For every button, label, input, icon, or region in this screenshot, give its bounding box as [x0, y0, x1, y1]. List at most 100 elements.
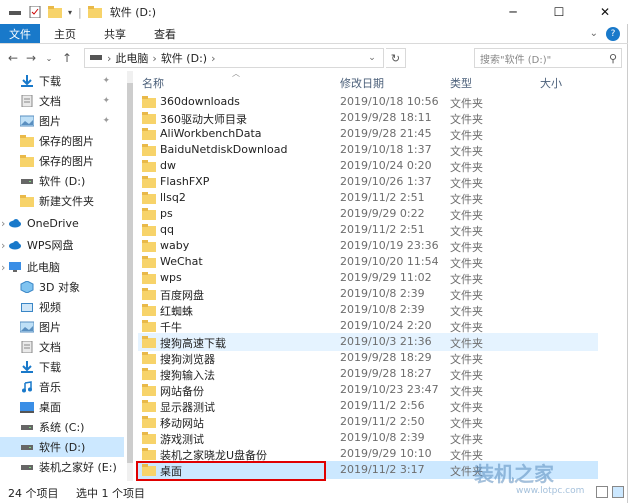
breadcrumb-separator-icon[interactable]: ›: [107, 52, 111, 65]
forward-arrow-icon[interactable]: →: [22, 51, 40, 65]
nav-item-label: 音乐: [39, 381, 61, 394]
scrollbar-thumb[interactable]: [127, 83, 133, 463]
nav-item[interactable]: 保存的图片: [0, 131, 124, 151]
file-date: 2019/9/28 21:45: [340, 127, 432, 140]
ribbon-tabs: 文件 主页 共享 查看 ⌄ ?: [0, 24, 628, 44]
picture-icon: [19, 115, 35, 127]
file-date: 2019/9/28 18:29: [340, 351, 432, 364]
folder-icon: [142, 304, 156, 316]
folder-icon: [142, 224, 156, 236]
window-controls: ─ ☐ ✕: [490, 0, 628, 24]
quick-access-toolbar: ▾ |: [0, 5, 102, 19]
nav-item[interactable]: 装机之家好 (E:): [0, 457, 124, 477]
file-date: 2019/10/24 0:20: [340, 159, 432, 172]
expand-chevron-icon[interactable]: ›: [1, 239, 5, 252]
address-dropdown-icon[interactable]: ⌄: [360, 48, 384, 68]
column-header-date[interactable]: 修改日期: [340, 75, 384, 91]
download-icon: [20, 361, 34, 373]
drive-icon: [20, 421, 34, 433]
nav-item[interactable]: › WPS网盘: [0, 235, 124, 255]
nav-item-label: 软件 (D:): [39, 441, 86, 454]
column-header-size[interactable]: 大小: [540, 75, 562, 91]
nav-item[interactable]: 3D 对象: [0, 277, 124, 297]
nav-item-label: 保存的图片: [39, 135, 94, 148]
tab-home[interactable]: 主页: [40, 24, 90, 43]
nav-item[interactable]: 文档: [0, 337, 124, 357]
tab-share[interactable]: 共享: [90, 24, 140, 43]
folder-icon: [142, 112, 156, 124]
file-date: 2019/9/28 18:27: [340, 367, 432, 380]
nav-item-label: 保存的图片: [39, 155, 94, 168]
nav-item[interactable]: 视频: [0, 297, 124, 317]
nav-item[interactable]: 文档 ✦: [0, 91, 124, 111]
nav-item[interactable]: 音乐: [0, 377, 124, 397]
up-arrow-icon[interactable]: ↑: [58, 51, 76, 65]
folder-icon: [142, 128, 156, 140]
breadcrumb-this-pc[interactable]: 此电脑: [115, 50, 148, 66]
close-button[interactable]: ✕: [582, 0, 628, 24]
nav-item[interactable]: › OneDrive: [0, 213, 124, 233]
help-icon[interactable]: ?: [606, 26, 620, 41]
document-icon: [20, 94, 34, 108]
minimize-button[interactable]: ─: [490, 0, 536, 24]
folder-icon: [142, 288, 156, 300]
expand-chevron-icon[interactable]: ›: [1, 217, 5, 230]
expand-ribbon-icon[interactable]: ⌄: [590, 28, 598, 39]
file-name: qq: [160, 223, 174, 236]
nav-scrollbar[interactable]: [126, 71, 134, 481]
column-header-type[interactable]: 类型: [450, 75, 472, 91]
properties-icon[interactable]: [28, 5, 42, 19]
file-date: 2019/9/29 0:22: [340, 207, 425, 220]
nav-item-label: 文档: [39, 95, 61, 108]
maximize-button[interactable]: ☐: [536, 0, 582, 24]
folder-icon: [20, 155, 34, 167]
file-date: 2019/10/8 2:39: [340, 303, 425, 316]
breadcrumb-drive-d[interactable]: 软件 (D:): [161, 50, 207, 66]
qat-dropdown-icon[interactable]: ▾: [68, 8, 72, 17]
search-input[interactable]: 搜索"软件 (D:)" ⚲: [474, 48, 622, 68]
nav-item[interactable]: 软件 (D:): [0, 437, 124, 457]
nav-item[interactable]: 保存的图片: [0, 151, 124, 171]
breadcrumb-separator-icon[interactable]: ›: [152, 52, 156, 65]
title-bar: ▾ | 软件 (D:) ─ ☐ ✕: [0, 0, 628, 24]
expand-chevron-icon[interactable]: ›: [1, 261, 5, 274]
nav-item[interactable]: 下载 ✦: [0, 71, 124, 91]
recent-locations-icon[interactable]: ⌄: [40, 54, 58, 63]
pin-icon[interactable]: ✦: [102, 76, 110, 86]
file-name: AliWorkbenchData: [160, 127, 262, 140]
address-drive-icon: [89, 52, 103, 65]
item-count: 24 个项目: [8, 487, 59, 500]
cloud-icon: [8, 239, 22, 251]
new-folder-icon[interactable]: [48, 6, 62, 18]
back-arrow-icon[interactable]: ←: [4, 51, 22, 65]
file-date: 2019/10/23 23:47: [340, 383, 439, 396]
refresh-icon[interactable]: ↻: [386, 48, 406, 68]
file-date: 2019/11/2 3:17: [340, 463, 425, 476]
drive-icon[interactable]: [8, 6, 22, 18]
tab-file[interactable]: 文件: [0, 24, 40, 43]
nav-item[interactable]: 新建文件夹: [0, 191, 124, 211]
desktop-icon: [20, 401, 34, 413]
details-view-icon[interactable]: [596, 486, 608, 498]
pin-icon[interactable]: ✦: [102, 116, 110, 126]
nav-item[interactable]: 软件 (D:): [0, 171, 124, 191]
nav-item[interactable]: 下载: [0, 357, 124, 377]
pin-icon[interactable]: ✦: [102, 96, 110, 106]
video-icon: [20, 301, 34, 313]
address-bar[interactable]: › 此电脑 › 软件 (D:) ›: [84, 48, 384, 68]
navigation-pane: 下载 ✦ 文档 ✦ 图片 ✦ 保存的图片 保存的图片 软件 (D:) 新建文件夹 › OneDrive…: [0, 71, 126, 481]
nav-item[interactable]: 系统 (C:): [0, 417, 124, 437]
document-icon: [20, 340, 34, 354]
folder-icon: [142, 272, 156, 284]
nav-item[interactable]: 图片: [0, 317, 124, 337]
nav-item[interactable]: › 此电脑: [0, 257, 124, 277]
breadcrumb-separator-icon[interactable]: ›: [211, 52, 215, 65]
folder-icon: [142, 336, 156, 348]
column-header-name[interactable]: 名称: [142, 75, 164, 91]
nav-item[interactable]: 桌面: [0, 397, 124, 417]
file-date: 2019/10/18 10:56: [340, 95, 439, 108]
large-icons-view-icon[interactable]: [612, 486, 624, 498]
tab-view[interactable]: 查看: [140, 24, 190, 43]
search-icon: ⚲: [608, 52, 617, 65]
nav-item[interactable]: 图片 ✦: [0, 111, 124, 131]
